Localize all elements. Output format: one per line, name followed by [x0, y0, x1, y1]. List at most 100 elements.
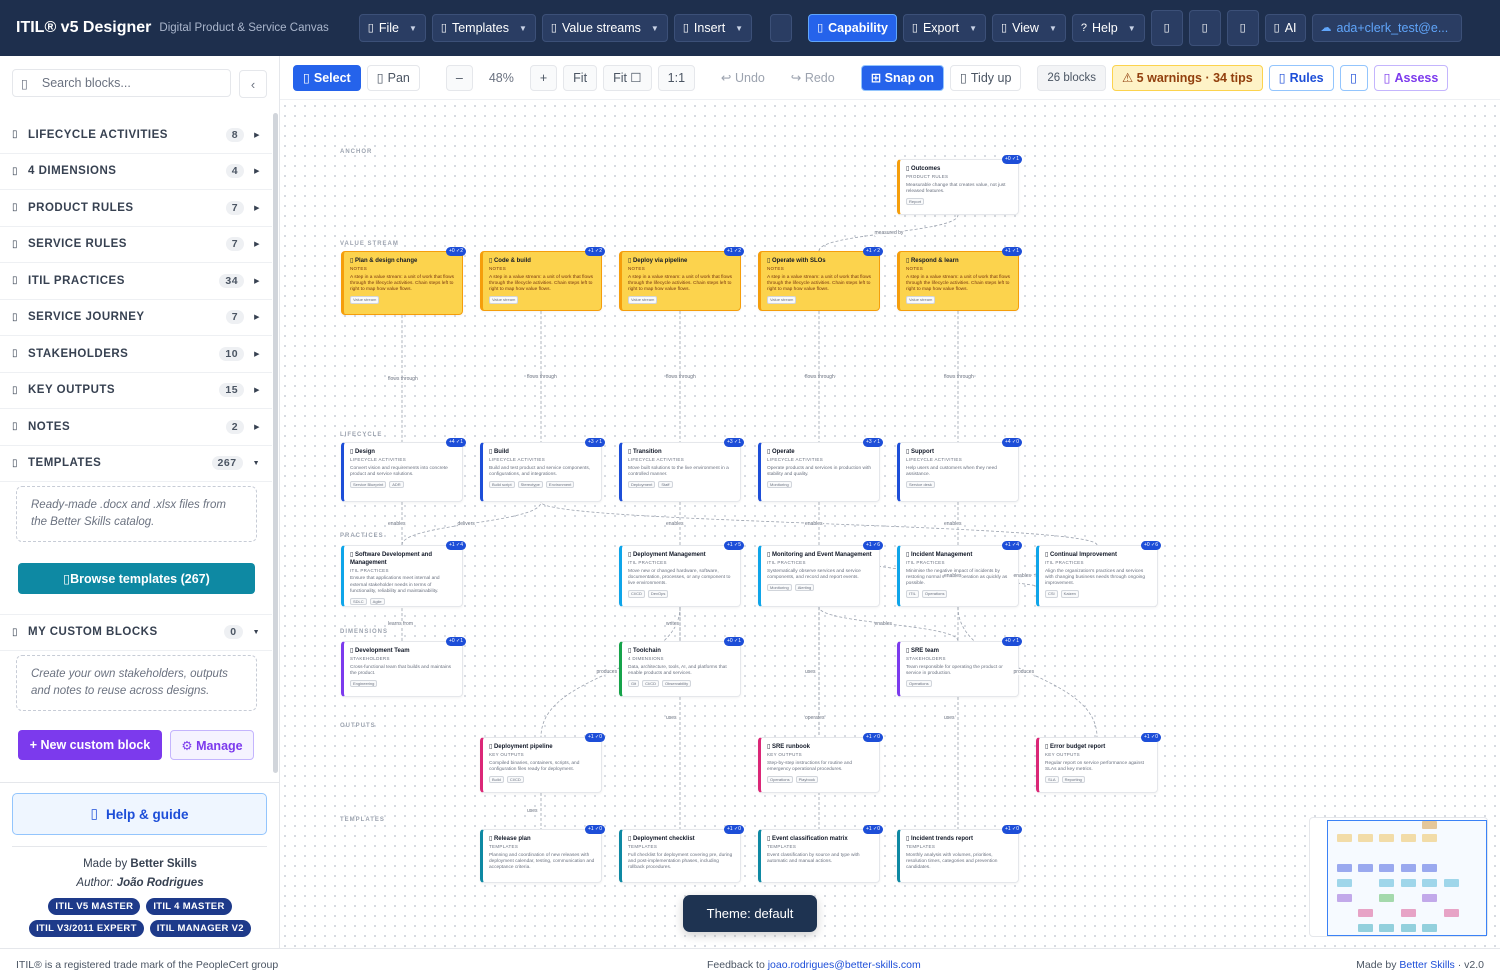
blank-square-button[interactable]	[770, 14, 793, 42]
caret-right-icon: ▶	[254, 241, 260, 249]
sidebar-scrollbar[interactable]	[273, 113, 278, 773]
minimap[interactable]	[1309, 817, 1488, 937]
view-label: View	[1012, 21, 1039, 35]
templates-menu-button[interactable]: ▯ Templates ▼	[431, 14, 536, 42]
insert-menu-button[interactable]: ▯ Insert ▼	[673, 14, 753, 42]
canvas-block[interactable]: ▯ Deployment checklist TEMPLATES Full chec…	[619, 825, 744, 883]
export-menu-button[interactable]: ▯ Export ▼	[902, 14, 987, 42]
capability-button[interactable]: ▯ Capability	[808, 14, 897, 42]
layout-icon-button-1[interactable]: ▯	[1150, 10, 1183, 46]
caret-right-icon: ▶	[254, 423, 260, 431]
value-streams-menu-button[interactable]: ▯ Value streams ▼	[541, 14, 668, 42]
category-key-outputs[interactable]: ▯ KEY OUTPUTS 15 ▶	[0, 373, 272, 409]
block-description: Planning and coordination of new release…	[489, 852, 595, 871]
canvas-block[interactable]: ▯ Deployment Management ITIL PRACTICES Mov…	[619, 541, 744, 607]
canvas-block[interactable]: ▯ Outcomes PRODUCT RULES Measurable change…	[897, 155, 1022, 215]
feedback-prefix: Feedback to	[707, 959, 765, 971]
new-custom-block-button[interactable]: + New custom block	[18, 730, 162, 760]
canvas-block[interactable]: ▯ Toolchain 4 DIMENSIONS Data, architectur…	[619, 637, 744, 697]
view-menu-button[interactable]: ▯ View ▼	[992, 14, 1066, 42]
canvas-block[interactable]: ▯ Software Development and Management ITI…	[341, 541, 466, 607]
file-menu-button[interactable]: ▯ File ▼	[358, 14, 426, 42]
panel-toggle-button[interactable]: ▯	[1339, 64, 1368, 91]
canvas-block[interactable]: ▯ Transition LIFECYCLE ACTIVITIES Move bui…	[619, 438, 744, 502]
folder-icon: ▯	[12, 457, 19, 469]
category-templates[interactable]: ▯ TEMPLATES 267 ▼	[0, 446, 272, 482]
category-notes[interactable]: ▯ NOTES 2 ▶	[0, 409, 272, 446]
user-account-button[interactable]: ☁ ada+clerk_test@e...	[1311, 14, 1462, 42]
canvas-block[interactable]: ▯ Continual Improvement ITIL PRACTICES Ali…	[1036, 541, 1161, 607]
footer-credits: Made by Better Skills · v2.0	[1356, 959, 1484, 971]
zoom-out-button[interactable]: –	[445, 64, 473, 91]
layout-icon-button-2[interactable]: ▯	[1188, 10, 1221, 46]
insert-label: Insert	[693, 21, 726, 35]
block-tag: Engineering	[350, 680, 378, 688]
category-stakeholders[interactable]: ▯ STAKEHOLDERS 10 ▶	[0, 336, 272, 373]
canvas-block[interactable]: ▯ Deploy via pipeline NOTES A step in a va…	[619, 247, 744, 311]
block-score-badge: +1 ✓0	[584, 825, 605, 834]
minimap-block	[1358, 834, 1373, 842]
fit-selection-button[interactable]: Fit ☐	[603, 64, 652, 91]
block-tag: Build script	[489, 481, 515, 489]
help-guide-button[interactable]: ▯ Help & guide	[12, 793, 267, 835]
category-lifecycle-activities[interactable]: ▯ LIFECYCLE ACTIVITIES 8 ▶	[0, 117, 272, 154]
layout-icon-button-3[interactable]: ▯	[1226, 10, 1259, 46]
canvas-block[interactable]: ▯ Design LIFECYCLE ACTIVITIES Convert visi…	[341, 438, 466, 502]
canvas-block[interactable]: ▯ Code & build NOTES A step in a value str…	[480, 247, 605, 311]
tidy-up-button[interactable]: ▯ Tidy up	[949, 64, 1022, 91]
block-category: TEMPLATES	[489, 843, 519, 849]
canvas-block[interactable]: ▯ Release plan TEMPLATES Planning and coor…	[480, 825, 605, 883]
block-title: ▯ Deploy via pipeline	[628, 258, 688, 264]
canvas-block[interactable]: ▯ Plan & design change NOTES A step in a v…	[341, 247, 466, 315]
canvas-block[interactable]: ▯ SRE team STAKEHOLDERS Team responsible f…	[897, 637, 1022, 697]
block-description: Move new or changed hardware, software, …	[628, 568, 731, 587]
category-name: STAKEHOLDERS	[28, 347, 129, 360]
warnings-button[interactable]: ⚠ 5 warnings · 34 tips	[1112, 64, 1263, 91]
canvas-block[interactable]: ▯ Event classification matrix TEMPLATES Ev…	[758, 825, 883, 883]
category-4-dimensions[interactable]: ▯ 4 DIMENSIONS 4 ▶	[0, 154, 272, 190]
connector-label: enables	[944, 520, 962, 527]
canvas-block[interactable]: ▯ Operate with SLOs NOTES A step in a valu…	[758, 247, 883, 311]
canvas-block[interactable]: ▯ SRE runbook KEY OUTPUTS Step-by-step ins…	[758, 733, 883, 793]
folder-icon: ▯	[12, 275, 19, 287]
select-tool-button[interactable]: ▯ Select	[293, 64, 361, 91]
collapse-sidebar-button[interactable]: ‹	[239, 70, 267, 98]
connector-label: enables	[666, 520, 684, 527]
canvas-block[interactable]: ▯ Build LIFECYCLE ACTIVITIES Build and tes…	[480, 438, 605, 502]
pan-tool-button[interactable]: ▯ Pan	[366, 64, 420, 91]
canvas-block[interactable]: ▯ Respond & learn NOTES A step in a value …	[897, 247, 1022, 311]
actual-size-button[interactable]: 1:1	[657, 64, 696, 91]
assess-button[interactable]: ▯ Assess	[1373, 64, 1449, 91]
canvas-block[interactable]: ▯ Deployment pipeline KEY OUTPUTS Compiled…	[480, 733, 605, 793]
manage-button[interactable]: ⚙ Manage	[170, 730, 254, 760]
caret-right-icon: ▶	[254, 387, 260, 395]
fit-button[interactable]: Fit	[563, 64, 598, 91]
block-description: Regular report on service performance ag…	[1045, 760, 1144, 772]
snap-toggle-button[interactable]: ⊞ Snap on	[860, 64, 944, 91]
category-service-journey[interactable]: ▯ SERVICE JOURNEY 7 ▶	[0, 300, 272, 336]
undo-button[interactable]: ↩ Undo	[711, 65, 775, 91]
category-my-custom-blocks[interactable]: ▯ MY CUSTOM BLOCKS 0 ▼	[0, 614, 272, 651]
folder-icon: ▯	[12, 311, 19, 323]
canvas-block[interactable]: ▯ Incident trends report TEMPLATES Monthly…	[897, 825, 1022, 883]
rules-button[interactable]: ▯ Rules	[1268, 64, 1334, 91]
category-itil-practices[interactable]: ▯ ITIL PRACTICES 34 ▶	[0, 263, 272, 300]
author-prefix: Author:	[76, 877, 114, 889]
canvas-block[interactable]: ▯ Monitoring and Event Management ITIL PR…	[758, 541, 883, 607]
canvas-block[interactable]: ▯ Error budget report KEY OUTPUTS Regular …	[1036, 733, 1161, 793]
browse-templates-button[interactable]: ▯ Browse templates (267)	[18, 563, 255, 594]
zoom-in-button[interactable]: +	[529, 64, 558, 91]
category-product-rules[interactable]: ▯ PRODUCT RULES 7 ▶	[0, 190, 272, 227]
search-blocks-input[interactable]: ▯ Search blocks...	[12, 69, 231, 97]
block-title: ▯ SRE runbook	[767, 744, 810, 750]
canvas-block[interactable]: ▯ Operate LIFECYCLE ACTIVITIES Operate pro…	[758, 438, 883, 502]
feedback-email-link[interactable]: joao.rodrigues@better-skills.com	[768, 959, 921, 971]
help-menu-button[interactable]: ? Help ▼	[1071, 14, 1145, 42]
canvas-block[interactable]: ▯ Support LIFECYCLE ACTIVITIES Help users …	[897, 438, 1022, 502]
redo-button[interactable]: ↪ Redo	[781, 65, 845, 91]
better-skills-link[interactable]: Better Skills	[1399, 959, 1454, 971]
badge-row: ITIL V5 MASTER ITIL 4 MASTER	[0, 898, 280, 915]
ai-button[interactable]: ▯ AI	[1264, 14, 1306, 42]
category-service-rules[interactable]: ▯ SERVICE RULES 7 ▶	[0, 227, 272, 263]
canvas-block[interactable]: ▯ Development Team STAKEHOLDERS Cross-func…	[341, 637, 466, 697]
